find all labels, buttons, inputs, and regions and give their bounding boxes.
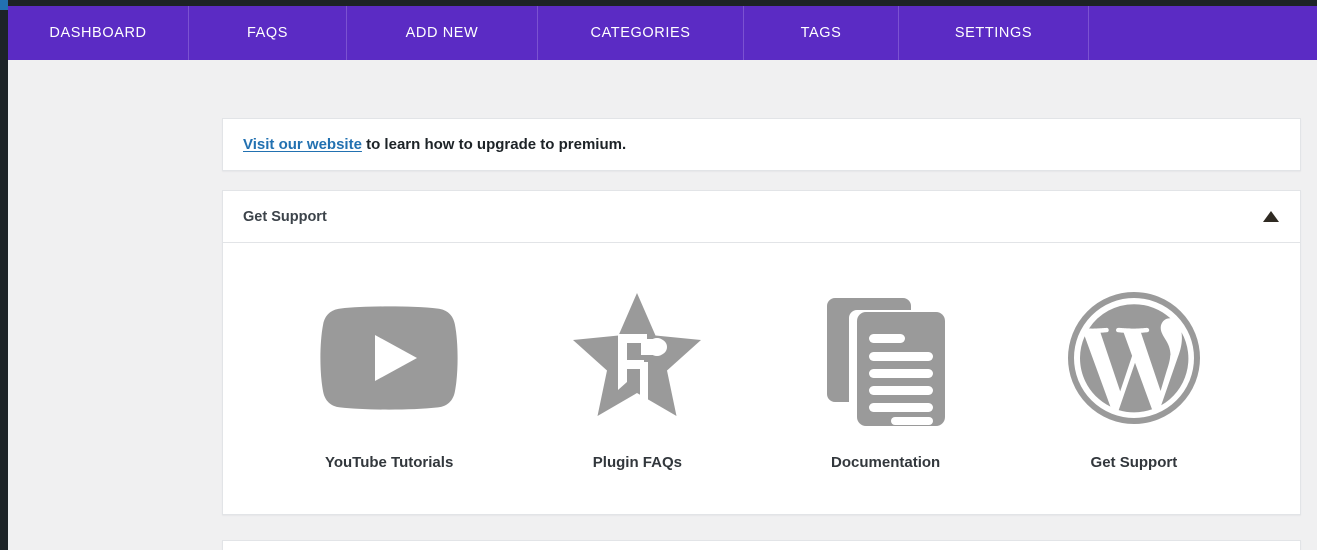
nav-item-add-new-label: Add New bbox=[405, 25, 479, 41]
get-support-panel-title: Get Support bbox=[243, 208, 327, 225]
nav-empty-area bbox=[1089, 6, 1317, 60]
support-link-plugin-faqs[interactable]: Plugin FAQs bbox=[513, 288, 761, 471]
caret-up-glyph bbox=[1263, 211, 1279, 222]
nav-item-settings-label: Settings bbox=[954, 25, 1033, 41]
nav-item-tags-label: Tags bbox=[800, 25, 842, 41]
upgrade-notice-text: Visit our website to learn how to upgrad… bbox=[243, 136, 626, 153]
nav-item-settings[interactable]: Settings bbox=[899, 6, 1089, 60]
nav-item-tags[interactable]: Tags bbox=[744, 6, 899, 60]
next-panel-partial bbox=[222, 540, 1301, 550]
nav-item-dashboard[interactable]: Dashboard bbox=[8, 6, 189, 60]
support-label-get-support: Get Support bbox=[1090, 453, 1178, 471]
nav-item-categories-label: Categories bbox=[590, 25, 691, 41]
nav-item-faqs[interactable]: FAQs bbox=[189, 6, 347, 60]
support-link-youtube-tutorials[interactable]: YouTube Tutorials bbox=[265, 288, 513, 471]
wp-admin-bar bbox=[0, 0, 1317, 10]
nav-item-dashboard-label: Dashboard bbox=[49, 25, 147, 41]
documents-icon bbox=[762, 288, 1010, 428]
get-support-panel-body: YouTube Tutorials Plugin FAQs Documentat… bbox=[223, 243, 1300, 515]
youtube-play-icon bbox=[265, 288, 513, 428]
upgrade-notice: Visit our website to learn how to upgrad… bbox=[222, 118, 1301, 171]
page-content: Visit our website to learn how to upgrad… bbox=[8, 60, 1317, 550]
support-label-youtube-tutorials: YouTube Tutorials bbox=[324, 453, 454, 471]
visit-website-link[interactable]: Visit our website bbox=[243, 136, 362, 153]
support-label-documentation: Documentation bbox=[831, 453, 941, 471]
plugin-nav-bar: Dashboard FAQs Add New Categories Tags S… bbox=[8, 6, 1317, 60]
get-support-panel-header[interactable]: Get Support bbox=[223, 191, 1300, 243]
nav-item-add-new[interactable]: Add New bbox=[347, 6, 538, 60]
star-e-logo-icon bbox=[513, 288, 761, 428]
support-link-documentation[interactable]: Documentation bbox=[762, 288, 1010, 471]
wp-admin-sidebar[interactable] bbox=[0, 6, 8, 550]
support-label-plugin-faqs: Plugin FAQs bbox=[592, 453, 682, 471]
nav-item-categories[interactable]: Categories bbox=[538, 6, 744, 60]
get-support-panel: Get Support YouTube Tutorials Plugin FAQ… bbox=[222, 190, 1301, 515]
upgrade-notice-rest: to learn how to upgrade to premium. bbox=[361, 136, 627, 153]
admin-bar-accent bbox=[0, 0, 8, 10]
caret-up-icon[interactable] bbox=[1260, 206, 1282, 228]
support-link-get-support[interactable]: Get Support bbox=[1010, 288, 1258, 471]
wordpress-logo-icon bbox=[1010, 288, 1258, 428]
nav-item-faqs-label: FAQs bbox=[246, 25, 289, 41]
